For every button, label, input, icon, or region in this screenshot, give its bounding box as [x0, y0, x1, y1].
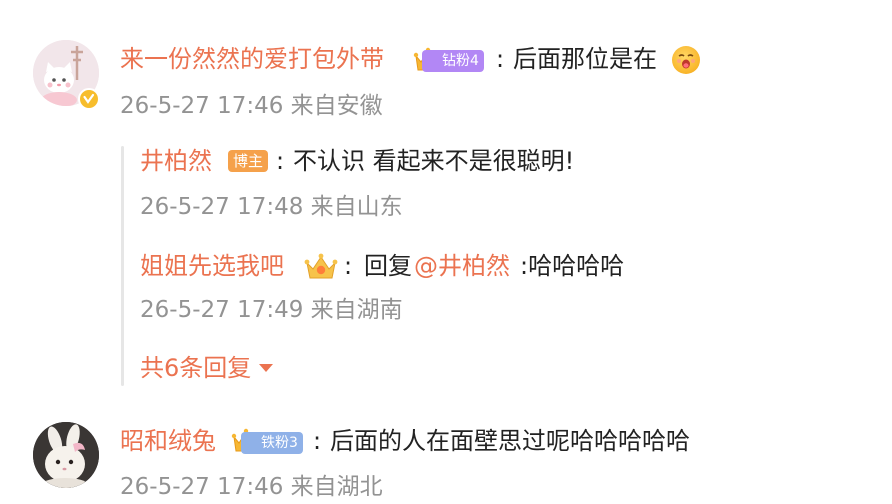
comment-content: 后面那位是在 [513, 45, 657, 73]
reply-prefix: 回复 [364, 252, 412, 280]
fan-badge: 铁粉3 [241, 432, 303, 454]
smirk-face-emoji-icon [672, 46, 700, 74]
comment-separator: : [313, 427, 322, 455]
comment-content: 后面的人在面壁思过呢哈哈哈哈哈 [330, 427, 690, 455]
reply-content: 不认识 看起来不是很聪明! [293, 147, 575, 175]
reply-separator: : [344, 252, 353, 280]
comment-username[interactable]: 来一份然然的爱打包外带 [120, 43, 384, 75]
reply-meta: 26-5-27 17:49 来自湖南 [140, 297, 403, 323]
reply-separator: : [276, 147, 285, 175]
avatar[interactable] [33, 422, 99, 488]
comment-username[interactable]: 昭和绒兔 [120, 425, 216, 457]
more-replies-button[interactable]: 共6条回复 [140, 352, 275, 384]
mention-link[interactable]: @井柏然 [414, 250, 510, 282]
comment-separator: : [496, 45, 505, 73]
reply-content: :哈哈哈哈 [520, 252, 625, 280]
reply-username[interactable]: 井柏然 [140, 145, 212, 177]
comment-meta: 26-5-27 17:46 来自安徽 [120, 93, 383, 119]
caret-down-icon [259, 364, 274, 372]
reply-username[interactable]: 姐姐先选我吧 [140, 250, 284, 282]
rabbit-avatar-icon [33, 422, 99, 488]
fan-badge: 钻粉4 [422, 50, 484, 72]
author-badge: 博主 [228, 150, 269, 172]
fan-crown-icon [303, 252, 339, 286]
reply-meta: 26-5-27 17:48 来自山东 [140, 194, 403, 220]
more-replies-label: 共6条回复 [140, 354, 252, 382]
verified-icon [78, 88, 100, 110]
comment-meta: 26-5-27 17:46 来自湖北 [120, 474, 383, 500]
reply-divider [121, 146, 124, 386]
